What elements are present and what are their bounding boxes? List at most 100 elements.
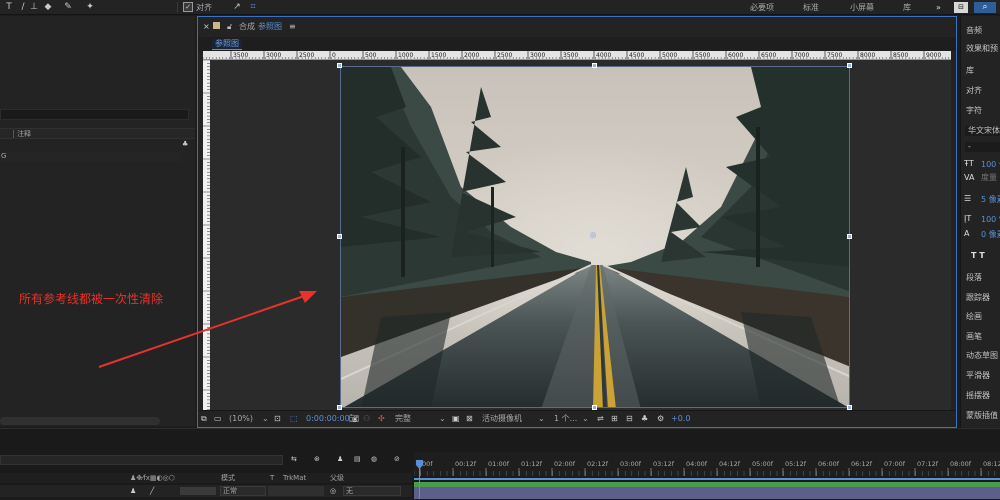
- chevron-down-icon[interactable]: ⌄: [262, 414, 269, 424]
- time-tick-label: 01:00f: [488, 460, 510, 468]
- layer-mode-value: 正常: [223, 487, 237, 495]
- stroke-width-value[interactable]: 5 像素: [981, 195, 1000, 205]
- transform-handle-left[interactable]: [337, 234, 342, 239]
- transform-handle-right[interactable]: [847, 234, 852, 239]
- work-area-bar[interactable]: [414, 478, 1000, 480]
- camera-chevron-icon[interactable]: ⌄: [538, 414, 545, 424]
- draft-3d-icon[interactable]: ⊛: [314, 455, 320, 464]
- magnification-dropdown[interactable]: (10%): [229, 414, 253, 424]
- project-search-input[interactable]: [0, 109, 189, 120]
- panel-wiggler[interactable]: 摇摆器: [966, 391, 990, 401]
- lock-icon[interactable]: 🔓︎: [227, 22, 232, 32]
- workspace-libraries[interactable]: 库: [903, 2, 911, 13]
- transparency-grid-icon[interactable]: ⊠: [466, 414, 473, 424]
- layer-trkmat-select[interactable]: [268, 486, 324, 496]
- snapshot-icon[interactable]: 📷︎: [349, 414, 359, 424]
- transform-handle-top[interactable]: [592, 63, 597, 68]
- panel-audio[interactable]: 音频: [966, 26, 982, 36]
- resolution-dropdown[interactable]: 完整: [395, 414, 411, 424]
- layer-duration-bar[interactable]: [414, 487, 1000, 499]
- parent-pickwhip-icon[interactable]: ◎: [330, 487, 336, 496]
- quality-switch-icon[interactable]: ╱: [150, 487, 154, 496]
- color-channels-icon[interactable]: ✣: [378, 414, 385, 424]
- panel-character[interactable]: 字符: [966, 106, 982, 116]
- transform-handle-top-right[interactable]: [847, 63, 852, 68]
- panel-align[interactable]: 对齐: [966, 86, 982, 96]
- monitor-icon[interactable]: ▭: [214, 414, 222, 424]
- horizontal-ruler[interactable]: 3500 3000 2500 0 500 1000 1500 2000 2500 3000 3500…: [203, 51, 951, 60]
- vertical-scale-value[interactable]: 100 %: [981, 215, 1000, 225]
- close-tab-icon[interactable]: ×: [203, 22, 210, 32]
- mask-visibility-icon[interactable]: ⬚: [290, 414, 298, 424]
- font-style-select[interactable]: -: [965, 142, 1000, 152]
- views-dropdown[interactable]: 1 个...: [554, 414, 577, 424]
- font-size-value[interactable]: 100 像: [981, 160, 1000, 170]
- panel-libraries[interactable]: 库: [966, 66, 974, 76]
- layer-mode-select[interactable]: 正常: [220, 486, 266, 496]
- kerning-value[interactable]: 度量: [981, 173, 997, 183]
- panel-motion-sketch[interactable]: 动态草图: [966, 351, 998, 361]
- panel-effects-presets[interactable]: 效果和预: [966, 44, 998, 54]
- layer-switch-boxes[interactable]: [180, 487, 216, 495]
- faux-bold-button[interactable]: T T: [971, 251, 985, 261]
- layer-parent-select[interactable]: 无: [343, 486, 401, 496]
- panel-menu-icon[interactable]: ≡: [289, 22, 296, 32]
- views-chevron-icon[interactable]: ⌄: [582, 414, 589, 424]
- playhead[interactable]: [416, 452, 423, 499]
- roto-brush-tool-icon[interactable]: ✎: [62, 2, 74, 13]
- panel-paragraph[interactable]: 段落: [966, 273, 982, 283]
- workspace-more-button[interactable]: »: [936, 2, 941, 13]
- graph-editor-icon[interactable]: ⊘: [394, 455, 400, 464]
- workspace-essentials[interactable]: 必要项: [750, 2, 774, 13]
- resolution-chevron-icon[interactable]: ⌄: [439, 414, 446, 424]
- baseline-shift-value[interactable]: 0 像素: [981, 230, 1000, 240]
- camera-dropdown[interactable]: 活动摄像机: [482, 414, 522, 424]
- fast-previews-icon[interactable]: ⊞: [611, 414, 618, 424]
- ruler-tick-label: 3500: [233, 52, 248, 59]
- anchor-point-icon[interactable]: ⊕: [588, 231, 598, 241]
- align-checkbox[interactable]: ✓: [183, 2, 193, 12]
- snap-icon[interactable]: ↗: [231, 2, 243, 13]
- project-column-header: 注释: [0, 128, 195, 139]
- panel-paint[interactable]: 绘画: [966, 312, 982, 322]
- show-snapshot-icon[interactable]: ⚇: [363, 414, 370, 424]
- always-preview-icon[interactable]: ⧉: [201, 414, 207, 424]
- region-of-interest-icon[interactable]: ▣: [452, 414, 460, 424]
- workspace-small-screen[interactable]: 小屏幕: [850, 2, 874, 13]
- workspace-standard[interactable]: 标准: [803, 2, 819, 13]
- motion-blur-icon[interactable]: ◍: [371, 455, 377, 464]
- comp-mini-flowchart-icon[interactable]: ⇆: [291, 455, 297, 464]
- ruler-tick-label: 3500: [563, 52, 578, 59]
- frame-blending-icon[interactable]: ▤: [354, 455, 361, 464]
- safe-zones-icon[interactable]: ⊡: [274, 414, 281, 424]
- time-ruler[interactable]: 00f 00:12f 01:00f 01:12f 02:00f 02:12f 03:00f 0…: [413, 452, 1000, 476]
- toggle-pixel-aspect-icon[interactable]: ⇌: [597, 414, 604, 424]
- shy-layers-icon[interactable]: ♟: [337, 455, 343, 464]
- flowchart-icon[interactable]: ♣: [641, 414, 648, 424]
- text-tool-icon[interactable]: T: [3, 2, 15, 13]
- snap-options-icon[interactable]: ⌗: [247, 2, 259, 13]
- project-item-row[interactable]: G: [0, 152, 180, 162]
- panel-mask-interpolation[interactable]: 蒙版插值: [966, 411, 998, 421]
- eraser-tool-icon[interactable]: ◆: [42, 2, 54, 13]
- current-time-display[interactable]: 0:00:00:00: [306, 414, 350, 424]
- timeline-icon[interactable]: ⊟: [626, 414, 633, 424]
- project-scrollbar[interactable]: [0, 417, 160, 425]
- comp-navigator-tab[interactable]: 参照图: [212, 39, 242, 50]
- sync-settings-icon[interactable]: ⊟: [954, 2, 968, 13]
- timeline-search-input[interactable]: [0, 455, 283, 465]
- layer-row[interactable]: ♟ ╱ 正常 ◎ 无: [0, 485, 412, 497]
- font-family-select[interactable]: 华文宋体: [965, 126, 1000, 136]
- reset-exposure-icon[interactable]: ⚙: [657, 414, 664, 424]
- shy-switch-icon[interactable]: ♟: [130, 487, 136, 496]
- project-flowchart-icon[interactable]: ♣: [182, 140, 188, 149]
- search-help-icon[interactable]: ⌕: [974, 2, 996, 13]
- transform-handle-top-left[interactable]: [337, 63, 342, 68]
- puppet-pin-tool-icon[interactable]: ✦: [84, 2, 96, 13]
- exposure-value[interactable]: +0.0: [671, 414, 690, 424]
- panel-smoother[interactable]: 平滑器: [966, 371, 990, 381]
- viewer-comp-name[interactable]: 参照图: [258, 22, 282, 32]
- panel-brushes[interactable]: 画笔: [966, 332, 982, 342]
- clone-stamp-tool-icon[interactable]: ⊥: [28, 2, 40, 13]
- panel-tracker[interactable]: 跟踪器: [966, 293, 990, 303]
